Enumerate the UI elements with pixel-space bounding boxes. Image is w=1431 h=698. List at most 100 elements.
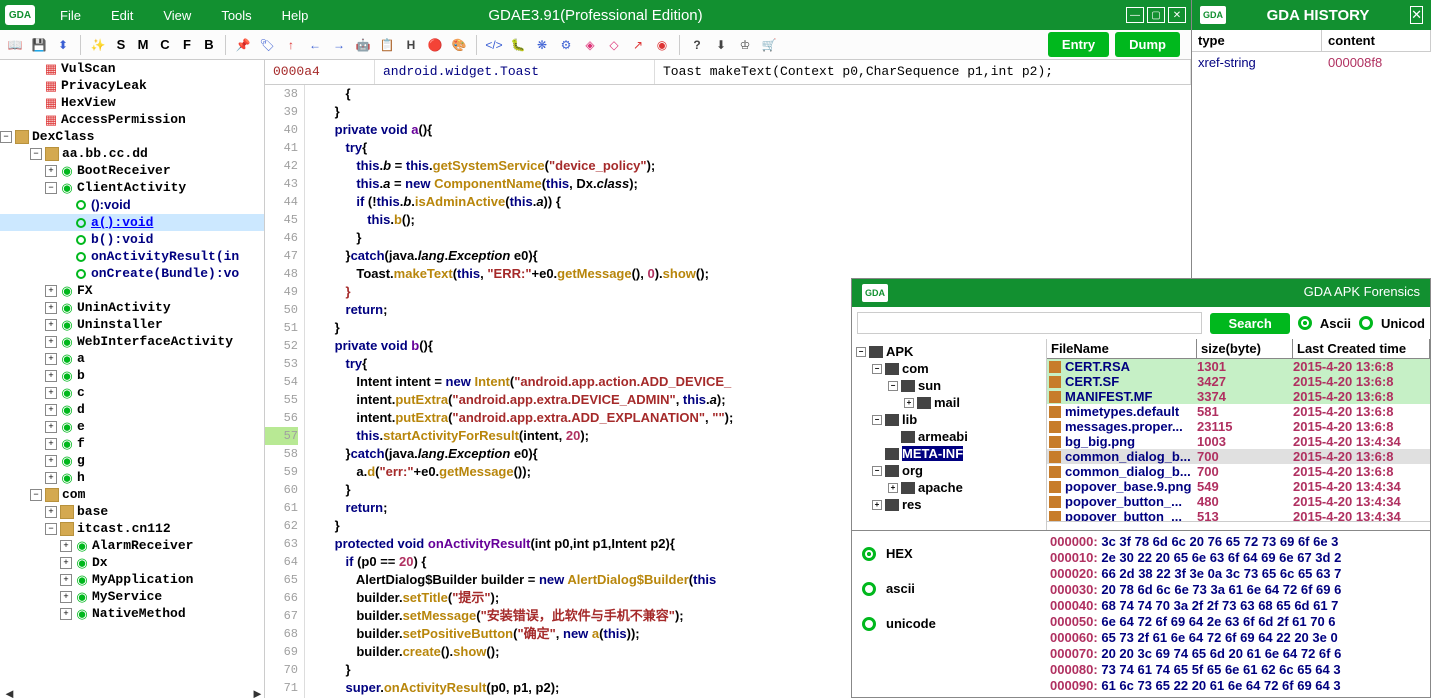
- android-icon[interactable]: 🤖: [353, 35, 373, 55]
- expand-icon[interactable]: +: [60, 591, 72, 603]
- file-row[interactable]: popover_button_...4802015-4-20 13:4:34: [1047, 494, 1430, 509]
- expand-icon[interactable]: +: [45, 302, 57, 314]
- expand-icon[interactable]: +: [45, 165, 57, 177]
- expand-icon[interactable]: +: [904, 398, 914, 408]
- tree-item[interactable]: −DexClass: [0, 128, 264, 145]
- tree-item[interactable]: ▦HexView: [0, 94, 264, 111]
- tree-item[interactable]: +◉b: [0, 367, 264, 384]
- tree-item[interactable]: +base: [0, 503, 264, 520]
- menu-edit[interactable]: Edit: [96, 8, 148, 23]
- apk-tree-item[interactable]: META-INF: [856, 445, 1042, 462]
- tool-f[interactable]: F: [178, 37, 196, 52]
- expand-icon[interactable]: +: [60, 574, 72, 586]
- tree-item[interactable]: ▦AccessPermission: [0, 111, 264, 128]
- tree-item[interactable]: +◉Dx: [0, 554, 264, 571]
- color1-icon[interactable]: 🔴: [425, 35, 445, 55]
- tree-item[interactable]: +◉WebInterfaceActivity: [0, 333, 264, 350]
- pink1-icon[interactable]: ◈: [580, 35, 600, 55]
- expand-icon[interactable]: +: [45, 319, 57, 331]
- expand-icon[interactable]: −: [30, 489, 42, 501]
- expand-icon[interactable]: +: [45, 438, 57, 450]
- expand-icon[interactable]: −: [872, 415, 882, 425]
- tree-item[interactable]: +◉MyService: [0, 588, 264, 605]
- expand-icon[interactable]: −: [45, 523, 57, 535]
- unicode-radio[interactable]: [1359, 316, 1373, 330]
- gear-icon[interactable]: ⚙: [556, 35, 576, 55]
- expand-icon[interactable]: +: [60, 540, 72, 552]
- tree-item[interactable]: −com: [0, 486, 264, 503]
- expand-icon[interactable]: −: [872, 364, 882, 374]
- hex-view[interactable]: 000000: 3c 3f 78 6d 6c 20 76 65 72 73 69…: [1047, 531, 1430, 697]
- forensics-search-input[interactable]: [857, 312, 1202, 334]
- tree-item[interactable]: +◉Uninstaller: [0, 316, 264, 333]
- file-row[interactable]: common_dialog_b...7002015-4-20 13:6:8: [1047, 464, 1430, 479]
- history-close-icon[interactable]: ✕: [1410, 6, 1423, 24]
- bug-icon[interactable]: 🐛: [508, 35, 528, 55]
- tree-item[interactable]: +◉c: [0, 384, 264, 401]
- apk-tree-item[interactable]: −lib: [856, 411, 1042, 428]
- class-tree[interactable]: ▦VulScan▦PrivacyLeak▦HexView▦AccessPermi…: [0, 60, 265, 698]
- expand-icon[interactable]: +: [888, 483, 898, 493]
- tool-s[interactable]: S: [112, 37, 130, 52]
- entry-button[interactable]: Entry: [1048, 32, 1109, 57]
- tree-item[interactable]: +◉AlarmReceiver: [0, 537, 264, 554]
- menu-file[interactable]: File: [45, 8, 96, 23]
- expand-icon[interactable]: +: [45, 472, 57, 484]
- tree-item[interactable]: +◉FX: [0, 282, 264, 299]
- expand-icon[interactable]: +: [45, 370, 57, 382]
- file-row[interactable]: messages.proper...231152015-4-20 13:6:8: [1047, 419, 1430, 434]
- palette-icon[interactable]: 🎨: [449, 35, 469, 55]
- pin-icon[interactable]: 📌: [233, 35, 253, 55]
- menu-view[interactable]: View: [148, 8, 206, 23]
- tree-item[interactable]: +◉e: [0, 418, 264, 435]
- expand-icon[interactable]: −: [0, 131, 12, 143]
- copy-icon[interactable]: 📋: [377, 35, 397, 55]
- tree-item[interactable]: +◉MyApplication: [0, 571, 264, 588]
- open-icon[interactable]: 📖: [5, 35, 25, 55]
- download-icon[interactable]: ⬇: [711, 35, 731, 55]
- apk-tree-item[interactable]: −APK: [856, 343, 1042, 360]
- expand-icon[interactable]: +: [45, 506, 57, 518]
- expand-icon[interactable]: +: [45, 387, 57, 399]
- minimize-icon[interactable]: —: [1126, 7, 1144, 23]
- tree-item[interactable]: +◉f: [0, 435, 264, 452]
- pink2-icon[interactable]: ◇: [604, 35, 624, 55]
- expand-icon[interactable]: +: [45, 404, 57, 416]
- forensics-search-button[interactable]: Search: [1210, 313, 1289, 334]
- tree-item[interactable]: ▦VulScan: [0, 60, 264, 77]
- hash-icon[interactable]: ❋: [532, 35, 552, 55]
- expand-icon[interactable]: −: [872, 466, 882, 476]
- file-row[interactable]: CERT.SF34272015-4-20 13:6:8: [1047, 374, 1430, 389]
- nav-back-icon[interactable]: ←: [305, 35, 325, 55]
- tree-item[interactable]: −◉ClientActivity: [0, 179, 264, 196]
- arrow-icon[interactable]: ↗: [628, 35, 648, 55]
- tree-item[interactable]: ():void: [0, 196, 264, 214]
- expand-icon[interactable]: +: [60, 608, 72, 620]
- tree-item[interactable]: +◉a: [0, 350, 264, 367]
- file-row[interactable]: bg_big.png10032015-4-20 13:4:34: [1047, 434, 1430, 449]
- apk-tree-item[interactable]: +apache: [856, 479, 1042, 496]
- help-icon[interactable]: ?: [687, 35, 707, 55]
- history-row[interactable]: xref-string 000008f8: [1192, 52, 1431, 73]
- apk-tree-item[interactable]: +mail: [856, 394, 1042, 411]
- apk-tree-item[interactable]: −sun: [856, 377, 1042, 394]
- expand-icon[interactable]: −: [888, 381, 898, 391]
- nav-up-icon[interactable]: ↑: [281, 35, 301, 55]
- expand-icon[interactable]: +: [45, 285, 57, 297]
- apk-tree-item[interactable]: +res: [856, 496, 1042, 513]
- crown-icon[interactable]: ♔: [735, 35, 755, 55]
- tree-item[interactable]: +◉BootReceiver: [0, 162, 264, 179]
- tree-item[interactable]: onActivityResult(in: [0, 248, 264, 265]
- tool-c[interactable]: C: [156, 37, 174, 52]
- file-row[interactable]: mimetypes.default5812015-4-20 13:6:8: [1047, 404, 1430, 419]
- save-icon[interactable]: 💾: [29, 35, 49, 55]
- close-icon[interactable]: ✕: [1168, 7, 1186, 23]
- file-row[interactable]: MANIFEST.MF33742015-4-20 13:6:8: [1047, 389, 1430, 404]
- file-row[interactable]: popover_base.9.png5492015-4-20 13:4:34: [1047, 479, 1430, 494]
- expand-icon[interactable]: −: [45, 182, 57, 194]
- tree-item[interactable]: onCreate(Bundle):vo: [0, 265, 264, 282]
- expand-icon[interactable]: +: [872, 500, 882, 510]
- file-header-date[interactable]: Last Created time: [1293, 339, 1430, 358]
- tree-item[interactable]: +◉UninActivity: [0, 299, 264, 316]
- tree-item[interactable]: +◉NativeMethod: [0, 605, 264, 622]
